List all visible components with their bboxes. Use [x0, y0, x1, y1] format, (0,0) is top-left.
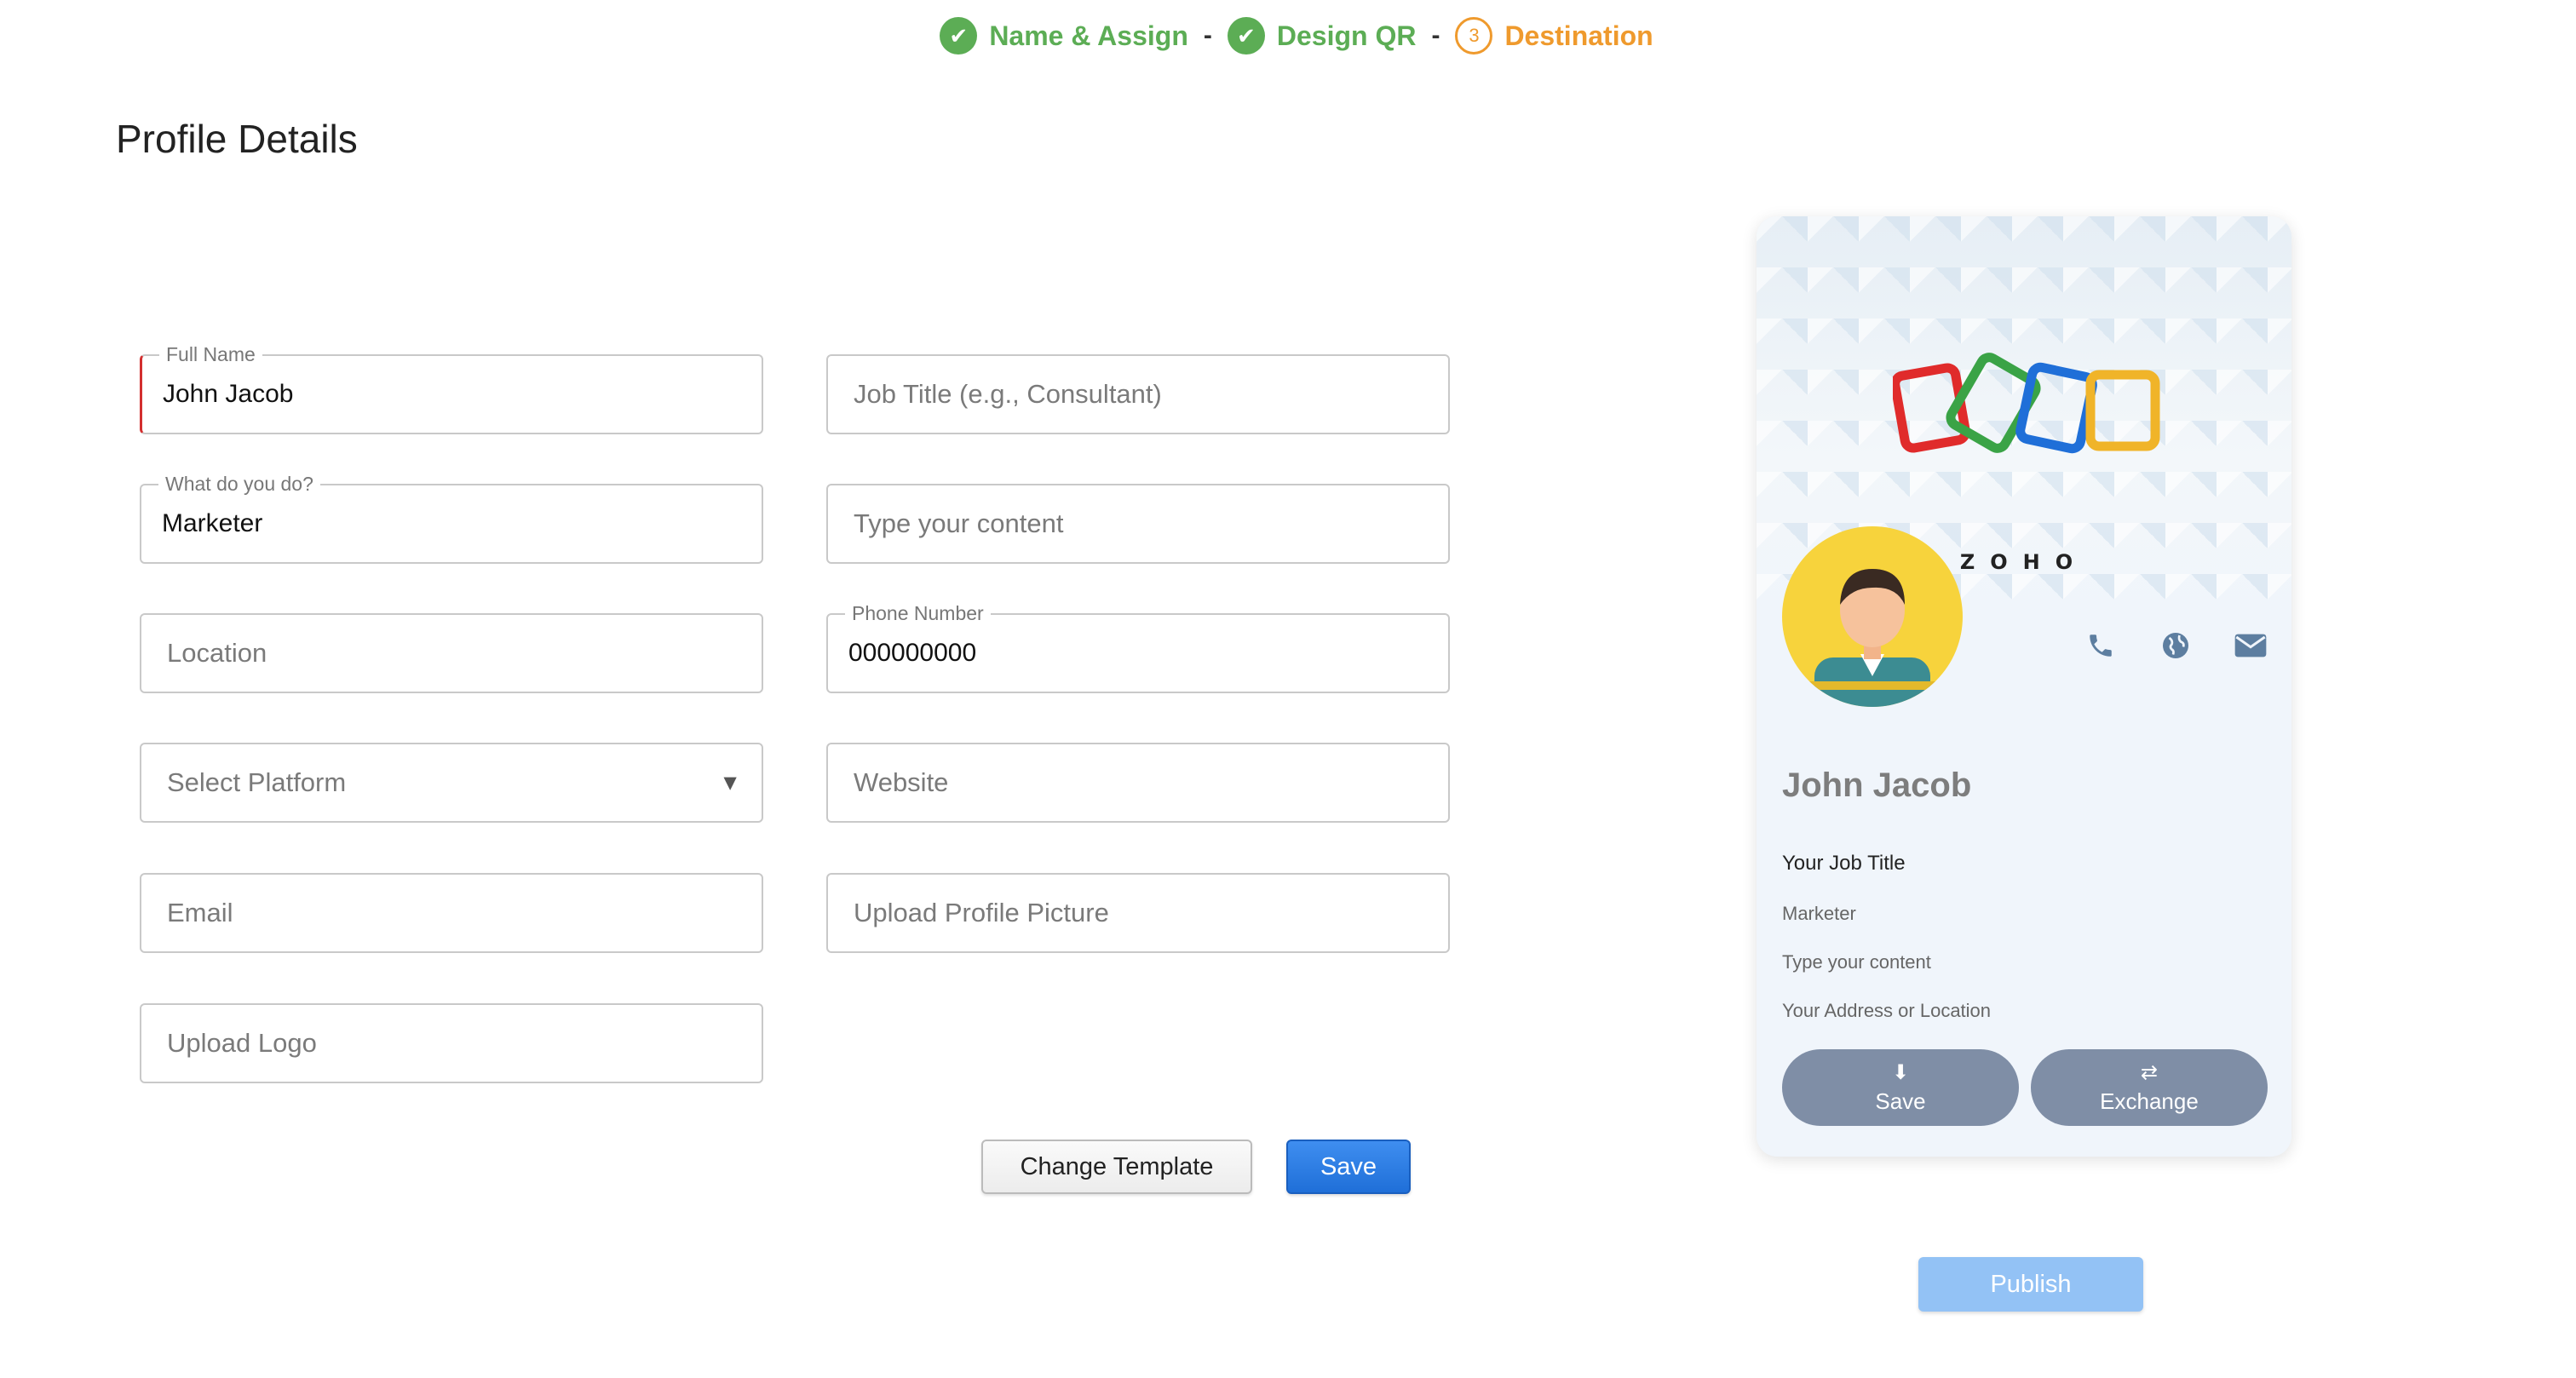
card-job-title: Your Job Title [1782, 852, 1906, 875]
card-content: Type your content [1782, 951, 1931, 973]
location-placeholder: Location [167, 638, 267, 668]
globe-icon[interactable] [2159, 629, 2193, 663]
avatar [1782, 526, 1963, 707]
card-exchange-label: Exchange [2100, 1088, 2199, 1114]
profile-preview-card: ZOHO John Jacob Your Job Title Marketer … [1757, 216, 2291, 1157]
zoho-logo-icon [1893, 353, 2160, 454]
step-separator: - [1203, 21, 1212, 49]
job-title-field[interactable]: Job Title (e.g., Consultant) [826, 354, 1450, 434]
content-field[interactable]: Type your content [826, 484, 1450, 564]
phone-number-field[interactable]: Phone Number 000000000 [826, 602, 1450, 693]
content-placeholder: Type your content [854, 508, 1064, 538]
upload-logo-placeholder: Upload Logo [167, 1028, 317, 1058]
phone-number-label: Phone Number [845, 602, 991, 625]
step-number-icon: 3 [1455, 17, 1493, 55]
step-separator: - [1431, 21, 1440, 49]
email-field[interactable]: Email [140, 873, 763, 953]
change-template-button[interactable]: Change Template [981, 1140, 1252, 1194]
platform-placeholder: Select Platform [167, 767, 347, 797]
step-label: Destination [1504, 20, 1653, 51]
upload-logo-field[interactable]: Upload Logo [140, 1003, 763, 1083]
dropdown-arrow-icon: ▼ [719, 769, 741, 795]
check-circle-icon: ✔ [1227, 17, 1265, 55]
progress-stepper: ✔ Name & Assign - ✔ Design QR - 3 Destin… [0, 12, 2576, 60]
step-design-qr[interactable]: ✔ Design QR [1227, 17, 1417, 55]
website-placeholder: Website [854, 767, 949, 797]
what-do-you-do-label: What do you do? [158, 473, 320, 496]
phone-icon[interactable] [2084, 629, 2118, 663]
job-title-placeholder: Job Title (e.g., Consultant) [854, 379, 1162, 409]
person-icon [1782, 569, 1963, 707]
step-label: Design QR [1276, 20, 1417, 51]
full-name-value: John Jacob [163, 380, 294, 408]
phone-number-value: 000000000 [848, 639, 977, 667]
card-name: John Jacob [1782, 767, 1972, 804]
full-name-label: Full Name [159, 343, 262, 366]
step-destination[interactable]: 3 Destination [1455, 17, 1653, 55]
download-icon: ⬇ [1891, 1061, 1910, 1084]
upload-profile-picture-placeholder: Upload Profile Picture [854, 898, 1109, 927]
card-exchange-button[interactable]: ⇄ Exchange [2031, 1049, 2268, 1126]
card-save-label: Save [1875, 1088, 1926, 1114]
check-circle-icon: ✔ [940, 17, 978, 55]
location-field[interactable]: Location [140, 613, 763, 693]
email-placeholder: Email [167, 898, 233, 927]
what-do-you-do-field[interactable]: What do you do? Marketer [140, 473, 763, 564]
website-field[interactable]: Website [826, 743, 1450, 823]
exchange-arrows-icon: ⇄ [2140, 1061, 2159, 1084]
step-label: Name & Assign [989, 20, 1188, 51]
card-location: Your Address or Location [1782, 1000, 1992, 1021]
contact-icons [2084, 629, 2268, 663]
full-name-field[interactable]: Full Name John Jacob [140, 343, 763, 434]
what-do-you-do-value: Marketer [162, 509, 263, 537]
card-save-button[interactable]: ⬇ Save [1782, 1049, 2019, 1126]
upload-profile-picture-field[interactable]: Upload Profile Picture [826, 873, 1450, 953]
page-title: Profile Details [116, 117, 358, 161]
publish-button[interactable]: Publish [1918, 1257, 2143, 1312]
save-button[interactable]: Save [1286, 1140, 1411, 1194]
platform-select[interactable]: Select Platform ▼ [140, 743, 763, 823]
card-role: Marketer [1782, 903, 1856, 924]
step-name-assign[interactable]: ✔ Name & Assign [940, 17, 1188, 55]
mail-icon[interactable] [2234, 629, 2268, 663]
